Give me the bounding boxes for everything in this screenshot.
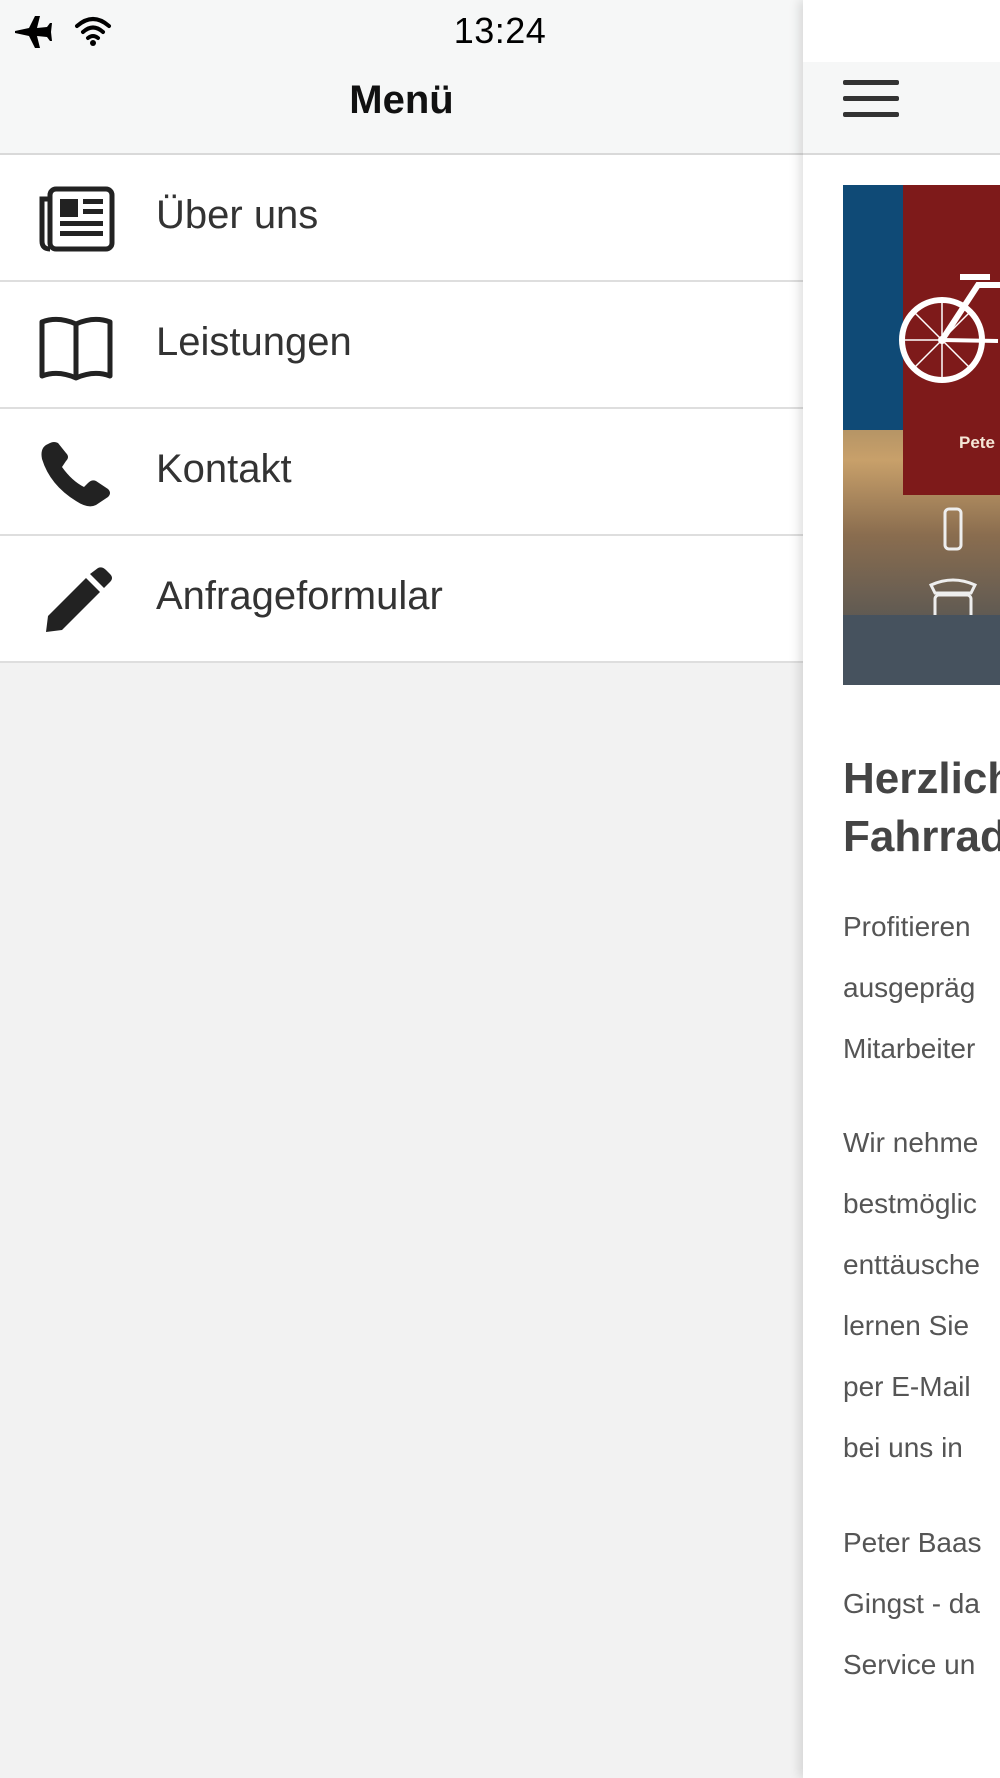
menu-item-label: Über uns: [156, 193, 319, 237]
menu-item-leistungen[interactable]: Leistungen: [0, 282, 803, 409]
content-header: [803, 62, 1000, 155]
pencil-icon: [46, 567, 112, 632]
book-icon: [39, 316, 113, 381]
content-title: Herzlich Fahrrad: [843, 754, 1000, 861]
menu-list: Über uns Leistungen Kontakt Anfrageformu…: [0, 155, 803, 663]
hero-blue-strip: [843, 185, 903, 430]
hero-text: Pete: [959, 433, 995, 452]
paragraph-1: Profitieren ausgepräg Mitarbeiter: [843, 911, 976, 1064]
bicycle-icon: [899, 274, 1000, 383]
phone-icon: [41, 442, 110, 507]
hamburger-icon[interactable]: [843, 80, 899, 130]
menu-item-kontakt[interactable]: Kontakt: [0, 409, 803, 536]
side-menu: Menü Über uns Leistungen Kontakt Anfrage…: [0, 0, 803, 1778]
menu-title: Menü: [349, 78, 454, 122]
menu-item-label: Anfrageformular: [156, 574, 443, 618]
newspaper-icon: [39, 186, 115, 252]
paragraph-2: Wir nehme bestmöglic enttäusche lernen S…: [843, 1127, 980, 1463]
main-content: Pete Herzlich Fahrrad Profitieren ausgep…: [803, 0, 1000, 1778]
menu-item-anfrageformular[interactable]: Anfrageformular: [0, 536, 803, 663]
hero-image: Pete: [843, 185, 1000, 685]
hero-water: [843, 615, 1000, 685]
menu-item-label: Leistungen: [156, 320, 352, 364]
paragraph-3: Peter Baas Gingst - da Service un: [843, 1527, 982, 1680]
menu-item-ueber-uns[interactable]: Über uns: [0, 155, 803, 282]
menu-item-label: Kontakt: [156, 447, 292, 491]
menu-header: Menü: [0, 62, 803, 155]
